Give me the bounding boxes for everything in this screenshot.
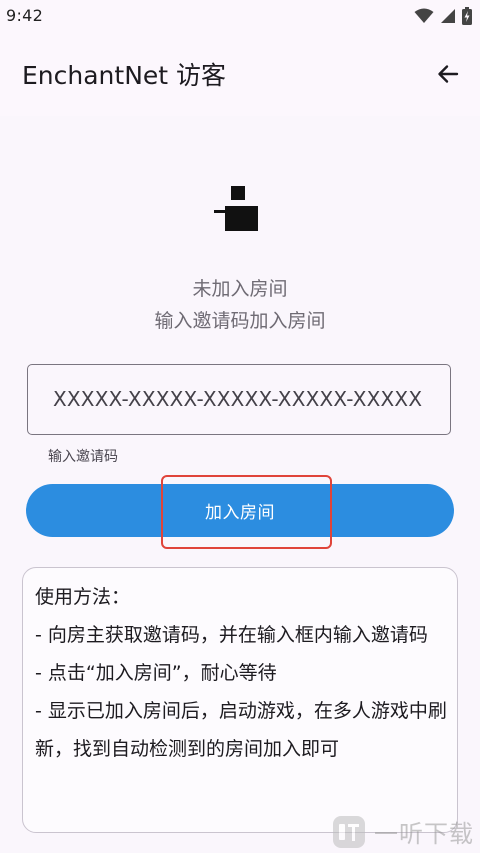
signal-icon bbox=[441, 9, 455, 23]
arrow-left-icon bbox=[438, 65, 459, 83]
usage-step-1: - 向房主获取邀请码，并在输入框内输入邀请码 bbox=[35, 624, 428, 646]
app-title: EnchantNet 访客 bbox=[22, 61, 227, 90]
join-room-button[interactable]: 加入房间 bbox=[26, 484, 454, 537]
usage-step-3: - 显示已加入房间后，启动游戏，在多人游戏中刷新，找到自动检测到的房间加入即可 bbox=[35, 700, 447, 760]
invite-code-helper: 输入邀请码 bbox=[48, 449, 118, 465]
empty-state-subtitle: 输入邀请码加入房间 bbox=[154, 310, 326, 332]
invite-code-input[interactable]: XXXXX-XXXXX-XXXXX-XXXXX-XXXXX bbox=[27, 364, 451, 435]
invite-code-value: XXXXX-XXXXX-XXXXX-XXXXX-XXXXX bbox=[53, 387, 423, 411]
status-bar: 9:42 bbox=[0, 0, 480, 34]
room-icon bbox=[214, 186, 258, 231]
wifi-icon bbox=[414, 8, 434, 23]
empty-state-title: 未加入房间 bbox=[192, 278, 288, 300]
usage-title: 使用方法： bbox=[35, 586, 131, 608]
usage-text: 使用方法： - 向房主获取邀请码，并在输入框内输入邀请码 - 点击“加入房间”，… bbox=[35, 578, 447, 768]
join-room-screen: 未加入房间 输入邀请码加入房间 XXXXX-XXXXX-XXXXX-XXXXX-… bbox=[0, 116, 480, 853]
usage-step-2: - 点击“加入房间”，耐心等待 bbox=[35, 662, 277, 684]
status-time: 9:42 bbox=[6, 6, 44, 25]
usage-card: 使用方法： - 向房主获取邀请码，并在输入框内输入邀请码 - 点击“加入房间”，… bbox=[22, 567, 458, 833]
status-icons bbox=[414, 7, 472, 25]
back-button[interactable] bbox=[430, 56, 466, 92]
join-room-label: 加入房间 bbox=[205, 503, 275, 523]
battery-charging-icon bbox=[462, 7, 472, 25]
app-bar: EnchantNet 访客 bbox=[0, 34, 480, 116]
